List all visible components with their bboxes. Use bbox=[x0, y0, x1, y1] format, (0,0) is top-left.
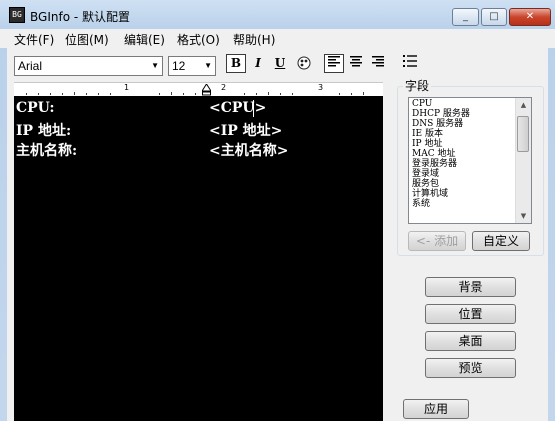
scrollbar-thumb[interactable] bbox=[517, 116, 529, 152]
list-item[interactable]: 系统 bbox=[412, 199, 430, 209]
fields-title: 字段 bbox=[403, 77, 432, 94]
align-right-icon bbox=[372, 56, 384, 67]
align-center-icon bbox=[350, 56, 362, 67]
menu-file[interactable]: 文件(F) bbox=[14, 31, 54, 48]
main-window: BG BGInfo - 默认配置 _ □ ✕ 文件(F) 位图(M) 编辑(E)… bbox=[0, 0, 555, 421]
chevron-down-icon: ▼ bbox=[204, 61, 212, 70]
desktop-button[interactable]: 桌面 bbox=[425, 331, 516, 351]
position-button[interactable]: 位置 bbox=[425, 304, 516, 324]
background-button[interactable]: 背景 bbox=[425, 277, 516, 297]
row-value: <CPU> bbox=[209, 100, 267, 116]
list-item[interactable]: DHCP 服务器 bbox=[412, 109, 470, 119]
tab-stop-marker[interactable] bbox=[202, 84, 211, 96]
font-size-select[interactable]: 12 ▼ bbox=[168, 56, 216, 76]
apply-button[interactable]: 应用 bbox=[403, 399, 469, 419]
ruler: 1 2 3 bbox=[14, 82, 383, 97]
font-family-select[interactable]: Arial ▼ bbox=[14, 56, 163, 76]
preview-button[interactable]: 预览 bbox=[425, 358, 516, 378]
maximize-button[interactable]: □ bbox=[481, 8, 507, 26]
window-title: BGInfo - 默认配置 bbox=[30, 10, 130, 24]
fields-list[interactable]: CPU DHCP 服务器 DNS 服务器 IE 版本 IP 地址 MAC 地址 … bbox=[408, 97, 532, 224]
align-right-button[interactable] bbox=[368, 54, 388, 73]
menu-bitmap[interactable]: 位图(M) bbox=[65, 31, 109, 48]
bold-button[interactable]: B bbox=[226, 54, 246, 73]
menu-format[interactable]: 格式(O) bbox=[177, 31, 220, 48]
menu-help[interactable]: 帮助(H) bbox=[233, 31, 275, 48]
palette-icon bbox=[297, 56, 311, 70]
bullets-button[interactable] bbox=[400, 54, 420, 73]
fields-scrollbar[interactable]: ▲ ▼ bbox=[515, 98, 531, 223]
list-item[interactable]: 服务包 bbox=[412, 179, 439, 189]
list-item[interactable]: 登录服务器 bbox=[412, 159, 457, 169]
menu-edit[interactable]: 编辑(E) bbox=[124, 31, 165, 48]
bginfo-app-icon: BG bbox=[9, 7, 25, 23]
font-size-value: 12 bbox=[172, 59, 186, 73]
list-item[interactable]: IE 版本 bbox=[412, 129, 443, 139]
list-item[interactable]: CPU bbox=[412, 99, 432, 109]
chevron-down-icon: ▼ bbox=[151, 61, 159, 70]
scroll-down-icon[interactable]: ▼ bbox=[516, 209, 531, 223]
row-value: <IP 地址> bbox=[209, 123, 283, 139]
align-center-button[interactable] bbox=[346, 54, 366, 73]
align-left-icon bbox=[328, 56, 340, 67]
list-item[interactable]: 计算机域 bbox=[412, 189, 448, 199]
text-color-button[interactable] bbox=[294, 54, 314, 73]
info-editor[interactable]: CPU: <CPU> IP 地址: <IP 地址> 主机名称: <主机名称> bbox=[14, 96, 383, 421]
italic-button[interactable]: I bbox=[248, 54, 268, 73]
minimize-button[interactable]: _ bbox=[452, 8, 479, 26]
text-caret bbox=[253, 100, 254, 117]
font-family-value: Arial bbox=[18, 59, 43, 73]
add-field-button[interactable]: <- 添加 bbox=[408, 231, 466, 251]
row-label: CPU: bbox=[16, 100, 55, 116]
menu-bar: 文件(F) 位图(M) 编辑(E) 格式(O) 帮助(H) bbox=[0, 29, 555, 48]
underline-button[interactable]: U bbox=[270, 54, 290, 73]
custom-field-button[interactable]: 自定义 bbox=[472, 231, 530, 251]
list-item[interactable]: MAC 地址 bbox=[412, 149, 455, 159]
title-bar[interactable]: BG BGInfo - 默认配置 _ □ ✕ bbox=[0, 0, 555, 31]
row-label: IP 地址: bbox=[16, 123, 72, 139]
list-item[interactable]: 登录域 bbox=[412, 169, 439, 179]
row-label: 主机名称: bbox=[16, 143, 78, 159]
align-left-button[interactable] bbox=[324, 54, 344, 73]
bullets-icon bbox=[403, 55, 417, 67]
list-item[interactable]: IP 地址 bbox=[412, 139, 442, 149]
scroll-up-icon[interactable]: ▲ bbox=[516, 98, 531, 112]
close-button[interactable]: ✕ bbox=[509, 8, 551, 26]
row-value: <主机名称> bbox=[209, 143, 289, 159]
list-item[interactable]: DNS 服务器 bbox=[412, 119, 463, 129]
